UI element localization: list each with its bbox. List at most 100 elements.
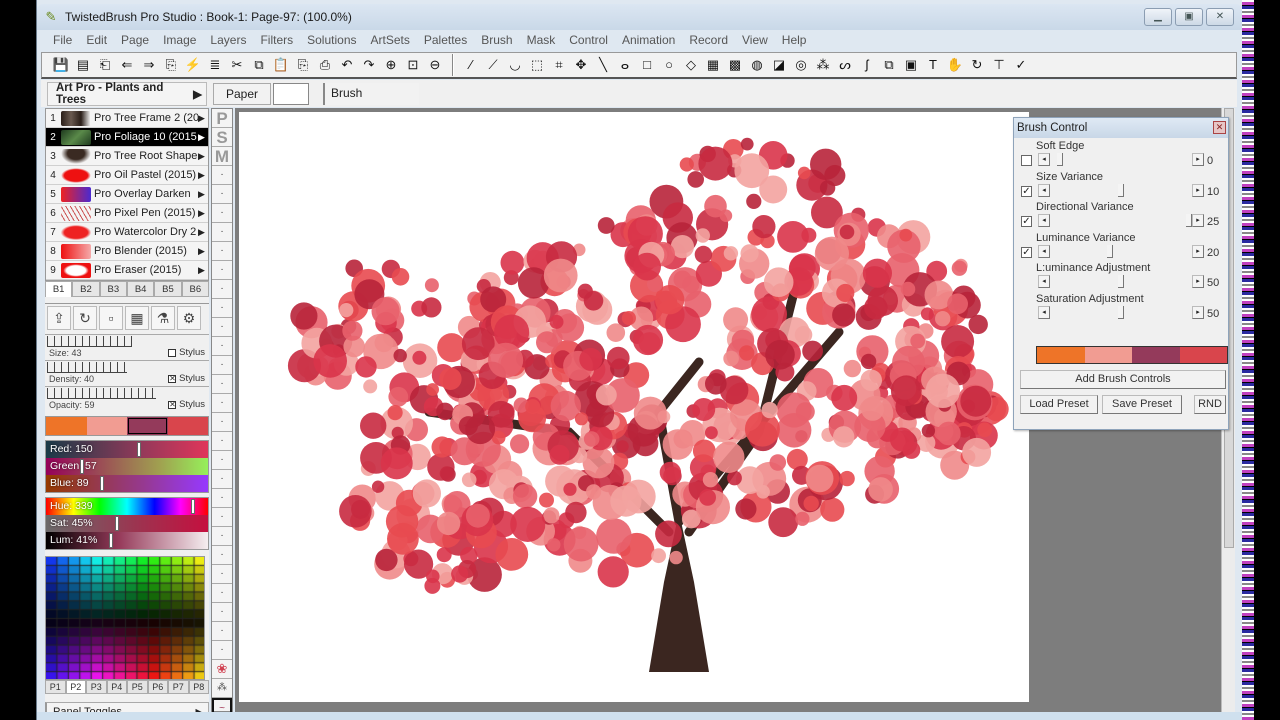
page-prev-icon[interactable]: ⇐ — [116, 55, 138, 75]
brush-tab-b6[interactable]: B6 — [181, 281, 209, 297]
menu-view[interactable]: View — [742, 33, 768, 47]
text-icon[interactable]: T — [922, 55, 944, 75]
brush-item[interactable]: 1 Pro Tree Frame 2 (20 ▶ — [46, 109, 208, 128]
menu-image[interactable]: Image — [163, 33, 196, 47]
load-preset-button[interactable]: Load Preset — [1020, 395, 1098, 414]
close-icon[interactable]: ✕ — [1213, 121, 1226, 134]
slider-thumb[interactable] — [1118, 305, 1124, 319]
arrow-right-icon[interactable]: ▸ — [1192, 153, 1204, 166]
slider-thumb[interactable] — [115, 516, 119, 531]
mask-pattern-icon[interactable]: ◎ — [790, 55, 812, 75]
slider-track[interactable]: ◂ ▸ — [1038, 214, 1204, 228]
crop-icon[interactable]: ⌗ — [548, 55, 570, 75]
menu-animation[interactable]: Animation — [622, 33, 675, 47]
menu-control[interactable]: Control — [569, 33, 608, 47]
chevron-right-icon[interactable]: ▶ — [198, 113, 208, 124]
page-next-icon[interactable]: ⇒ — [138, 55, 160, 75]
redo-icon[interactable]: ↷ — [358, 55, 380, 75]
checkbox-icon[interactable] — [168, 348, 177, 357]
brush-tab-b3[interactable]: B3 — [99, 281, 127, 297]
bucket-icon[interactable]: ◡ — [504, 55, 526, 75]
page-last-icon[interactable]: ⎘ — [160, 55, 182, 75]
brush-slot[interactable]: · — [212, 413, 232, 432]
brush-slot[interactable]: · — [212, 394, 232, 413]
layers-icon[interactable]: ≣ — [204, 55, 226, 75]
chevron-right-icon[interactable]: ▶ — [198, 227, 208, 238]
menu-edit[interactable]: Edit — [86, 33, 107, 47]
brush-slot[interactable]: · — [212, 508, 232, 527]
brush-tab-b4[interactable]: B4 — [126, 281, 155, 297]
eyedropper-icon[interactable]: ⟋ — [482, 55, 504, 75]
brush-steps-icon[interactable]: ▫ — [99, 306, 123, 330]
color-slider-green[interactable]: Green: 57 — [46, 458, 208, 475]
gradient-icon[interactable]: ▦ — [702, 55, 724, 75]
palette-tab-p6[interactable]: P6 — [147, 680, 168, 694]
swatch-canvas[interactable] — [46, 557, 204, 679]
arrow-left-icon[interactable]: ◂ — [1038, 244, 1050, 258]
menu-solutions[interactable]: Solutions — [307, 33, 356, 47]
arrow-right-icon[interactable]: ▸ — [1192, 183, 1204, 197]
spray-icon[interactable]: ⁂ — [812, 55, 834, 75]
arrow-left-icon[interactable]: ◂ — [1038, 153, 1050, 166]
palette-tab-p7[interactable]: P7 — [168, 680, 189, 694]
line-icon[interactable]: ╲ — [592, 55, 614, 75]
lasso-icon[interactable]: ⴰ — [614, 55, 636, 75]
marquee-icon[interactable]: ⬚ — [526, 55, 548, 75]
brush-paper-icon[interactable]: ▦ — [125, 306, 149, 330]
menu-help[interactable]: Help — [782, 33, 807, 47]
zoom-out-icon[interactable]: ⊖ — [424, 55, 446, 75]
palette-swatch[interactable] — [1037, 347, 1085, 363]
brush-item[interactable]: 8 Pro Blender (2015) ▶ — [46, 242, 208, 261]
chevron-right-icon[interactable]: ▶ — [198, 246, 208, 257]
brush-slot[interactable]: · — [212, 565, 232, 584]
rotate-icon[interactable]: ↻ — [966, 55, 988, 75]
brush-item[interactable]: 4 Pro Oil Pastel (2015) ▶ — [46, 166, 208, 185]
checkbox[interactable] — [1021, 155, 1032, 166]
brush-tab-b5[interactable]: B5 — [154, 281, 182, 297]
arrow-right-icon[interactable]: ▸ — [1192, 275, 1204, 288]
slider-thumb[interactable] — [191, 499, 195, 514]
palette-tab-p3[interactable]: P3 — [86, 680, 107, 694]
psm-button-s[interactable]: S — [212, 128, 232, 147]
close-button[interactable]: ✕ — [1206, 8, 1234, 26]
foliage-preset-icon[interactable]: ❀ — [212, 660, 232, 679]
color-swatch-grid[interactable] — [45, 556, 205, 680]
chevron-right-icon[interactable]: ▶ — [198, 189, 208, 200]
arrow-right-icon[interactable]: ▸ — [1192, 305, 1204, 319]
slider-thumb[interactable] — [100, 476, 104, 491]
slider-thumb[interactable] — [1118, 275, 1124, 288]
palette-swatch[interactable] — [127, 417, 168, 435]
random-button[interactable]: RND — [1194, 395, 1226, 414]
slider-thumb[interactable] — [1107, 244, 1113, 258]
stamp-paste-icon[interactable]: ▣ — [900, 55, 922, 75]
brush-slot[interactable]: · — [212, 527, 232, 546]
book-icon[interactable]: ▤ — [72, 55, 94, 75]
color-slider-red[interactable]: Red: 150 — [46, 441, 208, 458]
menu-palettes[interactable]: Palettes — [424, 33, 467, 47]
artset-selector[interactable]: Art Pro - Plants and Trees ▶ — [47, 81, 207, 106]
brush-spray-icon[interactable]: ⚗ — [151, 306, 175, 330]
palette-tab-p5[interactable]: P5 — [127, 680, 148, 694]
density-slider-track[interactable] — [47, 362, 127, 373]
palette-swatch[interactable] — [167, 417, 208, 435]
magic-brush-icon[interactable]: ✓ — [1010, 55, 1032, 75]
opacity-slider-track[interactable] — [47, 388, 156, 399]
undo-icon[interactable]: ↶ — [336, 55, 358, 75]
save-preset-button[interactable]: Save Preset — [1102, 395, 1182, 414]
brush-slot[interactable]: · — [212, 584, 232, 603]
density-slider[interactable]: Density: 40 ✕ Stylus — [45, 360, 209, 384]
size-slider-track[interactable] — [47, 336, 132, 347]
actual-size-icon[interactable]: ⊡ — [402, 55, 424, 75]
palette-tab-p1[interactable]: P1 — [45, 680, 66, 694]
size-stylus-toggle[interactable]: Stylus — [168, 347, 205, 358]
slider-thumb[interactable] — [1118, 183, 1124, 197]
slider-track[interactable]: ◂ ▸ — [1038, 305, 1204, 320]
size-slider[interactable]: Size: 43 Stylus — [45, 334, 209, 358]
slider-track[interactable]: ◂ ▸ — [1038, 183, 1204, 198]
move-icon[interactable]: ✥ — [570, 55, 592, 75]
paper-button[interactable]: Paper — [213, 82, 271, 105]
arrow-right-icon[interactable]: ▸ — [1192, 214, 1204, 227]
brush-item[interactable]: 3 Pro Tree Root Shape ▶ — [46, 147, 208, 166]
texture-icon[interactable]: ◍ — [746, 55, 768, 75]
brush-slot[interactable]: · — [212, 622, 232, 641]
